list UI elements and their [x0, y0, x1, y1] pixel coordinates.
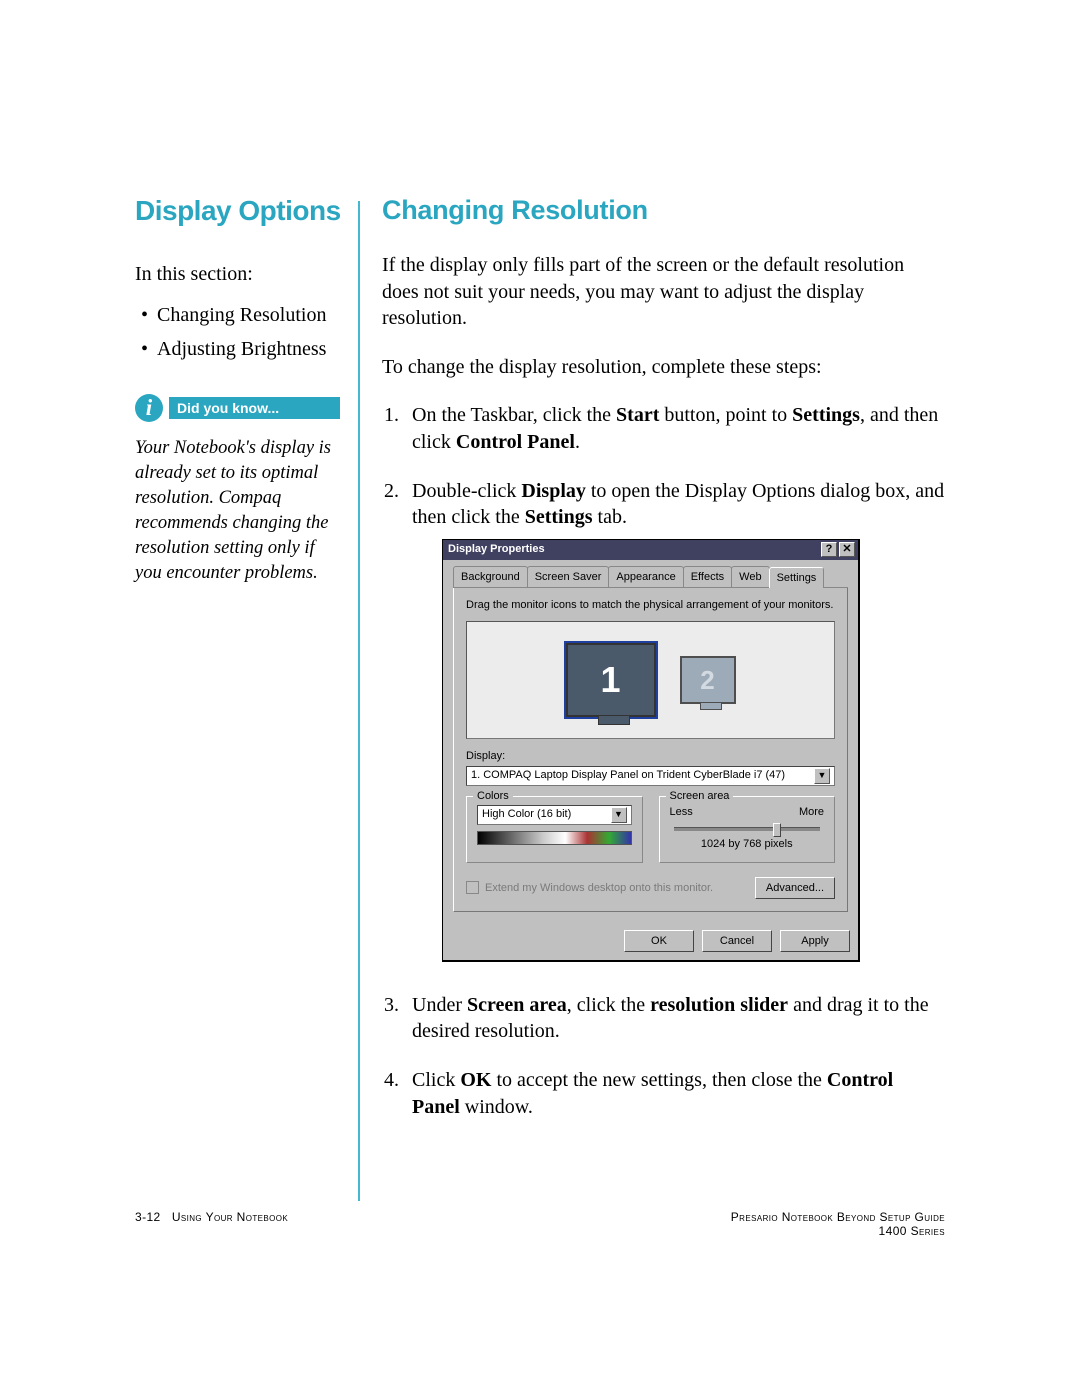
- display-properties-dialog: Display Properties ? ✕ Background Screen…: [442, 539, 860, 962]
- apply-button[interactable]: Apply: [780, 930, 850, 952]
- tab-background[interactable]: Background: [453, 566, 528, 588]
- cancel-button[interactable]: Cancel: [702, 930, 772, 952]
- left-column: Display Options In this section: Changin…: [135, 195, 340, 586]
- help-button[interactable]: ?: [821, 542, 837, 557]
- monitor-arrangement-area[interactable]: 1 2: [466, 621, 835, 739]
- bullet-item: Adjusting Brightness: [135, 332, 340, 366]
- tab-effects[interactable]: Effects: [683, 566, 732, 588]
- colors-group: Colors High Color (16 bit) ▼: [466, 796, 643, 863]
- paragraph: If the display only fills part of the sc…: [382, 252, 945, 332]
- slider-thumb[interactable]: [773, 823, 781, 837]
- tab-web[interactable]: Web: [731, 566, 769, 588]
- dialog-button-row: OK Cancel Apply: [443, 922, 858, 960]
- checkbox-icon: [466, 881, 479, 894]
- right-column: Changing Resolution If the display only …: [382, 195, 945, 1142]
- section-heading-right: Changing Resolution: [382, 195, 945, 226]
- did-you-know-banner: i Did you know...: [135, 394, 340, 422]
- tab-appearance[interactable]: Appearance: [608, 566, 683, 588]
- slider-less-label: Less: [670, 805, 693, 820]
- section-bullet-list: Changing Resolution Adjusting Brightness: [135, 298, 340, 366]
- did-you-know-label: Did you know...: [169, 397, 340, 419]
- steps-list: On the Taskbar, click the Start button, …: [382, 402, 945, 1120]
- footer-left: 3-12 Using Your Notebook: [135, 1210, 288, 1238]
- monitor-instruction: Drag the monitor icons to match the phys…: [466, 598, 835, 613]
- screen-area-legend: Screen area: [666, 789, 734, 804]
- step-item: Click OK to accept the new settings, the…: [382, 1067, 945, 1120]
- dialog-title: Display Properties: [448, 542, 545, 557]
- bullet-item: Changing Resolution: [135, 298, 340, 332]
- resolution-value: 1024 by 768 pixels: [670, 837, 825, 852]
- footer-right: Presario Notebook Beyond Setup Guide 140…: [731, 1210, 945, 1238]
- extend-desktop-checkbox[interactable]: Extend my Windows desktop onto this moni…: [466, 881, 713, 896]
- chevron-down-icon: ▼: [814, 768, 830, 784]
- page-footer: 3-12 Using Your Notebook Presario Notebo…: [135, 1210, 945, 1238]
- dialog-titlebar: Display Properties ? ✕: [443, 540, 858, 560]
- step-item: Under Screen area, click the resolution …: [382, 992, 945, 1045]
- column-divider: [358, 201, 360, 1201]
- monitor-2-icon[interactable]: 2: [680, 656, 736, 704]
- colors-legend: Colors: [473, 789, 513, 804]
- paragraph: To change the display resolution, comple…: [382, 354, 945, 381]
- did-you-know-text: Your Notebook's display is already set t…: [135, 436, 340, 586]
- colors-dropdown[interactable]: High Color (16 bit) ▼: [477, 805, 632, 825]
- advanced-button[interactable]: Advanced...: [755, 877, 835, 899]
- display-value: 1. COMPAQ Laptop Display Panel on Triden…: [471, 768, 785, 783]
- info-icon: i: [135, 394, 163, 422]
- tab-settings[interactable]: Settings: [769, 567, 825, 589]
- section-heading-left: Display Options: [135, 195, 340, 227]
- color-depth-preview: [477, 831, 632, 845]
- colors-value: High Color (16 bit): [482, 807, 571, 822]
- close-button[interactable]: ✕: [839, 542, 855, 557]
- display-field-label: Display:: [466, 749, 835, 764]
- tab-panel-settings: Drag the monitor icons to match the phys…: [453, 588, 848, 912]
- left-intro: In this section:: [135, 261, 340, 288]
- step-item: Double-click Display to open the Display…: [382, 478, 945, 962]
- page-content: Display Options In this section: Changin…: [135, 195, 945, 1201]
- dialog-tabs: Background Screen Saver Appearance Effec…: [453, 566, 848, 589]
- slider-more-label: More: [799, 805, 824, 820]
- step-item: On the Taskbar, click the Start button, …: [382, 402, 945, 455]
- chevron-down-icon: ▼: [611, 807, 627, 823]
- monitor-1-icon[interactable]: 1: [566, 643, 656, 717]
- ok-button[interactable]: OK: [624, 930, 694, 952]
- tab-screen-saver[interactable]: Screen Saver: [527, 566, 610, 588]
- display-dropdown[interactable]: 1. COMPAQ Laptop Display Panel on Triden…: [466, 766, 835, 786]
- resolution-slider[interactable]: [674, 827, 821, 831]
- screen-area-group: Screen area Less More 1024 by: [659, 796, 836, 863]
